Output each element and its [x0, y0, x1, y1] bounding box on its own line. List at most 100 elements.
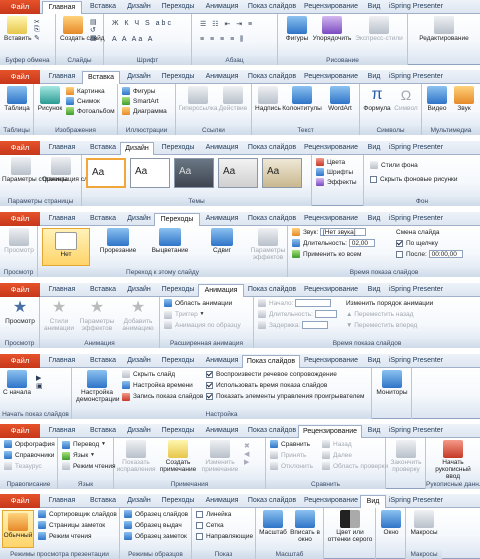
preview-button[interactable]: ★ Просмотр: [2, 299, 38, 325]
tab-file[interactable]: Файл: [0, 494, 40, 508]
tab-home[interactable]: Главная: [42, 1, 82, 14]
tab-view[interactable]: Вид: [362, 284, 386, 297]
record-show-button[interactable]: Запись показа слайдов ▼: [122, 392, 210, 401]
rehearse-timing-button[interactable]: Настройка времени: [122, 381, 193, 390]
tab-animation[interactable]: Анимация: [200, 71, 244, 84]
new-comment-button[interactable]: Создать примечание: [158, 440, 198, 473]
symbol-button[interactable]: Ω Символ: [392, 86, 420, 112]
on-click-checkbox[interactable]: По щелчку: [396, 239, 438, 248]
tab-design[interactable]: Дизайн: [122, 425, 156, 438]
tab-review[interactable]: Рецензирование: [300, 495, 362, 508]
tab-view[interactable]: Вид: [362, 425, 386, 438]
tab-ispring[interactable]: iSpring Presenter: [386, 355, 446, 368]
tab-slideshow[interactable]: Показ слайдов: [244, 71, 300, 84]
tab-transitions[interactable]: Переходы: [156, 71, 200, 84]
smartart-button[interactable]: SmartArt: [122, 97, 159, 106]
theme-5[interactable]: Aa: [262, 158, 302, 188]
window-button[interactable]: Окно: [378, 510, 404, 536]
tab-design[interactable]: Дизайн: [122, 495, 156, 508]
theme-office[interactable]: Aa: [86, 158, 126, 188]
arrange-button[interactable]: Упорядочить: [312, 16, 352, 42]
tab-insert[interactable]: Вставка: [84, 142, 122, 155]
tab-insert[interactable]: Вставка: [84, 213, 122, 226]
video-button[interactable]: Видео: [424, 86, 450, 112]
sound-button[interactable]: Звук: [452, 86, 476, 112]
tab-home[interactable]: Главная: [42, 355, 82, 368]
anim-painter-button[interactable]: Анимация по образцу: [164, 321, 241, 330]
sound-select[interactable]: Звук: [Нет звука]: [292, 228, 366, 237]
after-checkbox[interactable]: После: 00:00,00: [396, 250, 463, 259]
tab-insert[interactable]: Вставка: [84, 425, 122, 438]
page-setup-button[interactable]: Параметры страницы: [2, 157, 68, 183]
colors-button[interactable]: Цвета: [316, 158, 345, 167]
preview-button[interactable]: Просмотр: [2, 228, 36, 254]
snapshot-button[interactable]: Снимок: [66, 97, 100, 106]
compare-button[interactable]: Сравнить: [270, 440, 310, 449]
tab-slideshow[interactable]: Показ слайдов: [244, 213, 300, 226]
move-back-button[interactable]: ▲ Переместить назад: [346, 310, 413, 319]
tab-animation[interactable]: Анимация: [200, 213, 244, 226]
tab-design[interactable]: Дизайн: [122, 71, 156, 84]
apply-all-button[interactable]: Применить ко всем: [292, 250, 361, 259]
tab-ispring[interactable]: iSpring Presenter: [386, 71, 446, 84]
tab-review[interactable]: Рецензирование: [300, 142, 362, 155]
tab-ispring[interactable]: iSpring Presenter: [386, 425, 446, 438]
color-mode-button[interactable]: Цвет или оттенки серого: [326, 510, 374, 543]
quick-styles-button[interactable]: Экспресс-стили: [354, 16, 404, 42]
tab-home[interactable]: Главная: [42, 495, 82, 508]
tab-insert[interactable]: Вставка: [82, 71, 120, 84]
grid-checkbox[interactable]: Сетка: [196, 521, 224, 530]
trigger-button[interactable]: Триггер ▼: [164, 310, 204, 319]
show-small-icons[interactable]: ▶ ▣: [36, 374, 45, 390]
tab-home[interactable]: Главная: [42, 213, 82, 226]
tab-animation[interactable]: Анимация: [200, 142, 244, 155]
accept-button[interactable]: Принять: [270, 451, 306, 460]
tab-ispring[interactable]: iSpring Presenter: [386, 213, 446, 226]
tab-slideshow[interactable]: Показ слайдов: [244, 495, 300, 508]
tab-review[interactable]: Рецензирование: [300, 355, 362, 368]
thesaurus-button[interactable]: Тезаурус: [4, 462, 42, 471]
figures-button[interactable]: Фигуры: [122, 87, 155, 96]
tab-animation[interactable]: Анимация: [198, 284, 244, 297]
shapes-button[interactable]: Фигуры: [284, 16, 310, 42]
transition-fade[interactable]: Выцветание: [146, 228, 194, 254]
duration-field[interactable]: Длительность: 02,00: [292, 239, 375, 248]
tab-view[interactable]: Вид: [362, 142, 386, 155]
show-markup-button[interactable]: Показать исправления: [116, 440, 156, 473]
tab-slideshow[interactable]: Показ слайдов: [244, 284, 300, 297]
macros-button[interactable]: Макросы: [408, 510, 440, 536]
next-button[interactable]: Далее: [322, 451, 352, 460]
tab-review[interactable]: Рецензирование: [300, 71, 362, 84]
theme-2[interactable]: Aa: [130, 158, 170, 188]
editing-button[interactable]: Редактирование: [414, 16, 474, 42]
tab-transitions[interactable]: Переходы: [156, 355, 200, 368]
bg-styles-button[interactable]: Стили фона: [370, 161, 418, 170]
ruler-checkbox[interactable]: Линейка: [196, 510, 231, 519]
tab-slideshow[interactable]: Показ слайдов: [244, 1, 300, 14]
effect-options-button[interactable]: Параметры эффектов: [250, 228, 286, 261]
start-field[interactable]: Начало:: [258, 299, 332, 308]
guides-checkbox[interactable]: Направляющие: [196, 532, 253, 541]
tab-file[interactable]: Файл: [0, 70, 40, 84]
tab-ispring[interactable]: iSpring Presenter: [386, 495, 446, 508]
add-animation-button[interactable]: ★ Добавить анимацию: [118, 299, 158, 332]
delay-field[interactable]: Задержка:: [258, 321, 329, 330]
tab-transitions[interactable]: Переходы: [154, 213, 200, 226]
tab-insert[interactable]: Вставка: [84, 284, 122, 297]
tab-home[interactable]: Главная: [42, 71, 82, 84]
tab-review[interactable]: Рецензирование: [300, 213, 362, 226]
start-ink-button[interactable]: Начать рукописный ввод: [428, 440, 478, 480]
clipboard-small-icons[interactable]: ✂ ⎘ ✎: [34, 18, 42, 42]
tab-transitions[interactable]: Переходы: [156, 1, 200, 14]
translate-button[interactable]: Перевод ▼: [62, 440, 106, 449]
tab-view[interactable]: Вид: [362, 355, 386, 368]
tab-transitions[interactable]: Переходы: [156, 425, 200, 438]
tab-review[interactable]: Рецензирование: [298, 425, 362, 438]
tab-transitions[interactable]: Переходы: [156, 142, 200, 155]
chart-button[interactable]: Диаграмма: [122, 107, 167, 116]
album-button[interactable]: Фотоальбом: [66, 107, 115, 116]
tab-review[interactable]: Рецензирование: [300, 1, 362, 14]
orientation-button[interactable]: Ориентация слайда: [42, 157, 102, 183]
tab-slideshow[interactable]: Показ слайдов: [244, 142, 300, 155]
fit-window-button[interactable]: Вписать в окно: [288, 510, 322, 543]
